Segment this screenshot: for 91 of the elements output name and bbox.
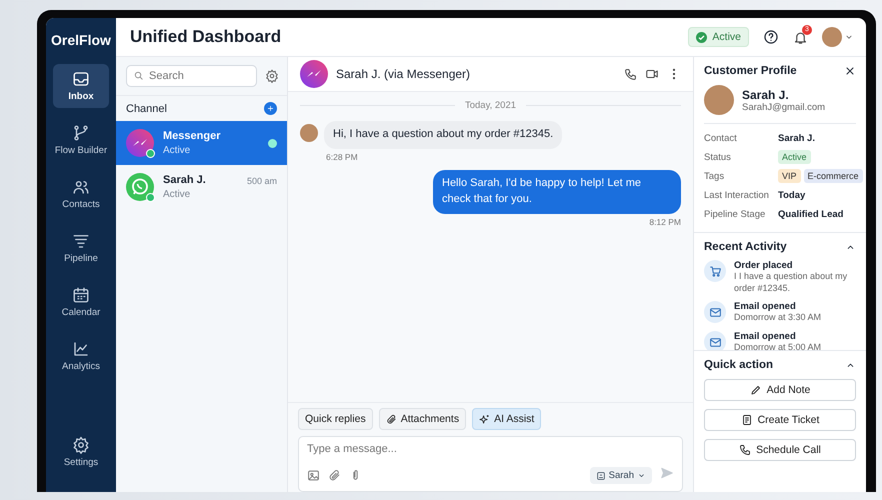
activity-detail: I I have a question about my order #12345. [734,271,848,294]
nav-item[interactable]: Flow Builder [53,118,109,162]
message-time: 8:12 PM [649,216,681,227]
bell-icon [793,30,808,44]
field-label: Last Interaction [704,190,770,200]
status-pill: Active [688,27,749,47]
nav-item[interactable]: Pipeline [53,226,109,270]
activity-title: Order placed [734,260,794,271]
field-value: Sarah J. [778,132,815,144]
channel-status: Active [163,189,192,200]
settings-nav-item[interactable]: Settings [53,430,109,474]
paperclip-icon [386,414,397,424]
plus-icon [266,104,275,113]
branch-icon [72,124,90,142]
toolbar-button[interactable]: Attachments [378,408,466,430]
page-title: Unified Dashboard [130,27,282,47]
toolbar-button[interactable]: Quick replies [298,408,373,430]
settings-icon [72,436,90,454]
nav-item[interactable]: Analytics [53,334,109,378]
field-label: Pipeline Stage [704,208,766,220]
image-icon [307,469,320,482]
panel-title: Customer Profile [704,65,797,77]
customer-name: Sarah J. [742,88,790,102]
close-icon [844,65,856,77]
online-dot [146,149,155,158]
action-button[interactable]: Schedule Call [704,439,856,461]
online-dot [146,193,155,202]
nav-item[interactable]: Inbox [53,64,109,108]
activity-detail: Domorrow at 5:00 AM [734,342,822,350]
channel-name: Messenger [163,130,222,142]
nav-item[interactable]: Contacts [53,172,109,216]
channel-item[interactable]: Messenger Active [116,121,287,165]
paperclip-icon [328,469,341,482]
channel-name: Sarah J. [163,174,207,186]
messenger-logo-icon [126,129,154,157]
channel-status: Active [163,145,192,156]
message-bubble: Hi, I have a question about my order #12345. [324,121,562,149]
user-avatar[interactable] [822,27,842,47]
field-value: Qualified Lead [778,208,844,220]
funnel-icon [72,232,90,250]
pencil-icon [750,384,762,396]
toolbar-button[interactable]: AI Assist [472,408,542,430]
tag: E-commerce [804,169,863,183]
chat-title: Sarah J. (via Messenger) [336,67,472,81]
brand-logo: OrelFlow [51,32,111,48]
field-label: Tags [704,170,726,182]
avatar [300,124,318,142]
action-button[interactable]: Create Ticket [704,409,856,431]
field-label: Status [704,152,732,162]
action-button[interactable]: Add Note [704,379,856,401]
message-field[interactable]: Type a message... Sarah [298,436,683,492]
document-icon [740,414,753,426]
calendar-icon [72,286,90,304]
help-icon [763,29,779,45]
phone-icon [739,444,752,456]
settings-icon [265,69,279,83]
channel-time: 500 am [246,176,277,186]
message-time: 6:28 PM [326,152,359,162]
cart-icon [708,264,722,278]
messenger-logo-icon [300,60,328,88]
send-icon [660,466,674,480]
inbox-icon [72,70,90,88]
nav-item[interactable]: Calendar [53,280,109,324]
activity-title: Email opened [734,301,797,312]
contact-card-icon [596,470,606,480]
video-icon [645,67,659,81]
activity-title: Email opened [734,331,797,342]
chart-icon [72,340,90,358]
date-divider: Today, 2021 [464,100,516,111]
check-circle-icon [696,32,708,42]
channel-item[interactable]: Sarah J. Active 500 am [116,165,287,209]
section-heading: Quick action [704,359,774,371]
mail-icon [708,336,722,349]
customer-email: SarahJ@gmail.com [742,102,826,112]
customer-avatar [704,85,734,115]
field-value: Today [778,190,806,200]
sender-dropdown[interactable]: Sarah [590,467,652,484]
section-heading: Channel [126,102,167,114]
people-icon [72,178,90,196]
sparkle-icon [479,414,490,424]
phone-icon [624,68,637,80]
message-bubble: Hello Sarah, I'd be happy to help! Let me check that for you. [433,170,681,214]
activity-detail: Domorrow at 3:30 AM [734,312,822,324]
section-heading: Recent Activity [704,241,787,253]
field-label: Contact [704,132,738,144]
tag: VIP [778,169,801,183]
whatsapp-logo-icon [126,173,154,201]
status-badge: Active [778,150,811,164]
mail-icon [708,306,722,319]
add-channel-button[interactable] [264,102,277,115]
search-field[interactable]: Search [126,65,257,87]
